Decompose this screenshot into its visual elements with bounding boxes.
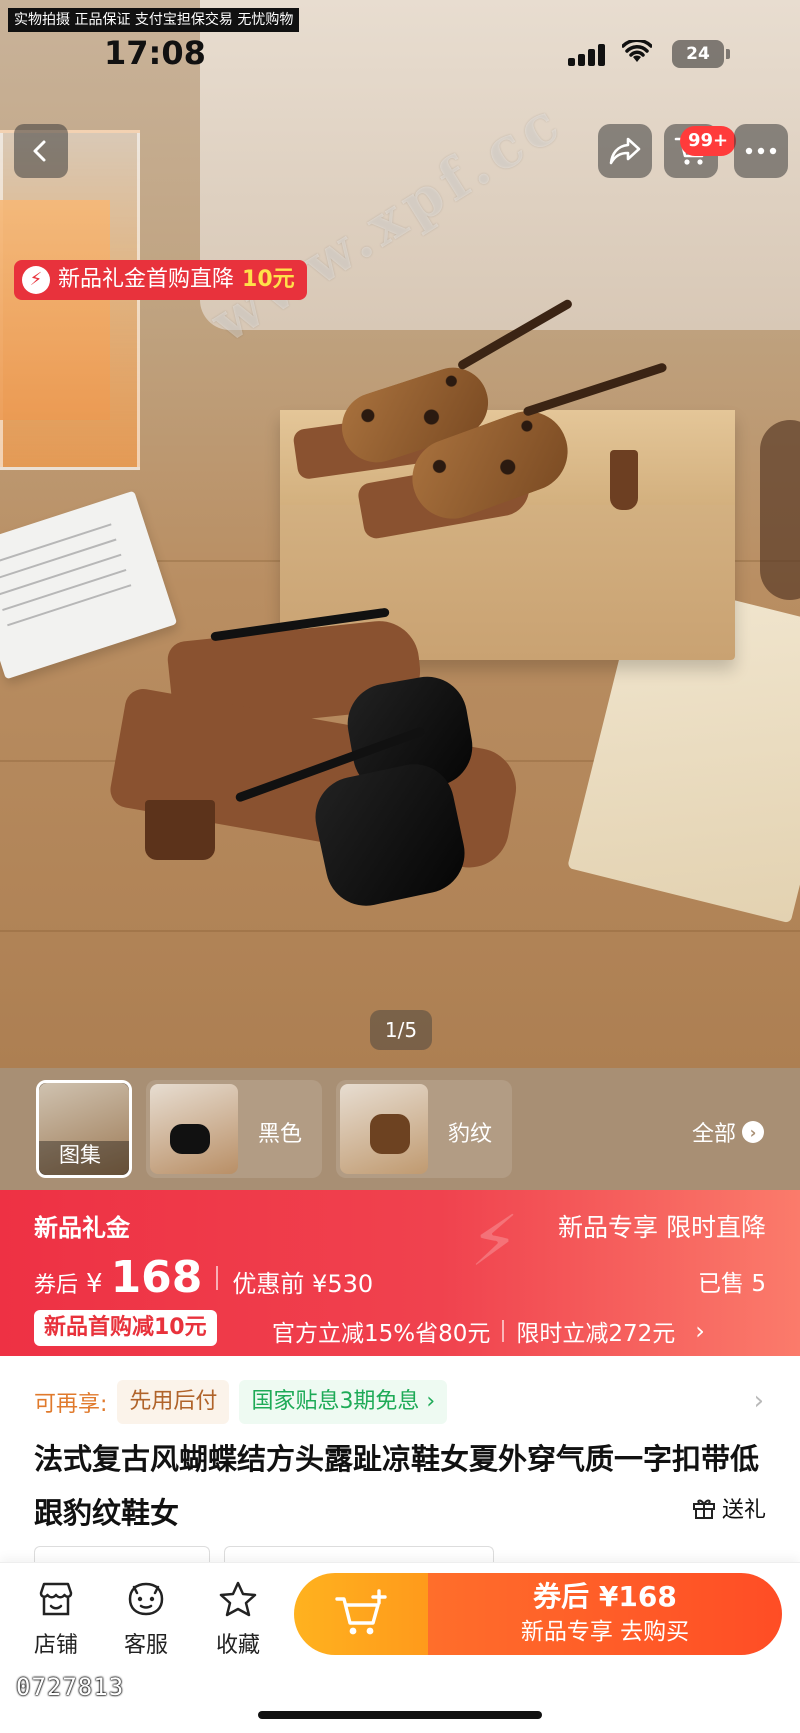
status-time: 17:08	[104, 34, 206, 72]
view-all-variants[interactable]: 全部 ›	[692, 1116, 765, 1148]
nav-favorite[interactable]: 收藏	[200, 1577, 276, 1659]
buy-now-price: 券后 ¥168	[533, 1580, 677, 1613]
home-indicator	[258, 1711, 542, 1719]
share-button[interactable]	[598, 124, 652, 178]
sandal-heel	[610, 450, 638, 510]
extra-benefits-label: 可再享:	[34, 1392, 108, 1417]
product-page: www.xpf.cc 实物拍摄 正品保证 支付宝担保交易 无忧购物 17:08 …	[0, 0, 800, 1733]
price-row: 券后 ¥ 168 优惠前 ¥530	[34, 1252, 373, 1303]
price-banner-label: 新品礼金	[34, 1214, 130, 1242]
divider	[216, 1265, 219, 1290]
signal-icon	[568, 44, 608, 66]
pay-later-chip[interactable]: 先用后付	[117, 1380, 230, 1424]
send-gift-label: 送礼	[721, 1498, 766, 1523]
nav-store-label: 店铺	[33, 1633, 78, 1658]
price-value: 168	[110, 1252, 203, 1303]
sandal-heel	[145, 800, 215, 860]
more-icon	[745, 147, 777, 155]
top-strip-text: 实物拍摄 正品保证 支付宝担保交易 无忧购物	[8, 8, 300, 32]
thumb-gallery[interactable]: 图集	[36, 1080, 132, 1178]
price-banner-right-label: 新品专享 限时直降	[558, 1213, 766, 1242]
image-code-watermark: 0727813	[16, 1673, 125, 1701]
chevron-right-icon[interactable]: ›	[754, 1386, 764, 1416]
nav-store[interactable]: 店铺	[18, 1577, 94, 1659]
thumb-color-black-label: 黑色	[257, 1122, 302, 1147]
battery-tip	[726, 49, 730, 59]
store-icon	[18, 1577, 94, 1621]
more-button[interactable]	[734, 124, 788, 178]
view-all-label: 全部	[692, 1122, 737, 1147]
ankle-strap	[522, 362, 668, 417]
thumb-color-black[interactable]: 黑色	[146, 1080, 322, 1178]
battery-icon: 24	[672, 40, 724, 68]
nav-customer-service-label: 客服	[123, 1633, 168, 1658]
original-price: 优惠前 ¥530	[232, 1270, 374, 1298]
lightning-icon: ⚡	[22, 266, 50, 294]
divider	[502, 1320, 505, 1342]
buy-now-button[interactable]: 券后 ¥168 新品专享 去购买	[428, 1573, 782, 1655]
extra-benefits-row[interactable]: 可再享: 先用后付 国家贴息3期免息 ›	[34, 1378, 448, 1426]
first-purchase-discount-pill: 新品首购减10元	[34, 1310, 217, 1346]
floor-line	[0, 930, 800, 932]
promo-tag-amount: 10元	[242, 267, 295, 292]
thumb-color-leopard-label: 豹纹	[447, 1122, 492, 1147]
installment-chip[interactable]: 国家贴息3期免息 ›	[239, 1380, 448, 1424]
chevron-left-icon	[33, 140, 46, 162]
photo-lamp-glow	[0, 200, 110, 420]
star-icon	[200, 1577, 276, 1621]
bottom-action-bar: 店铺 客服 收藏 券后 ¥168 新品专享 去购买	[0, 1562, 800, 1733]
currency-symbol: ¥	[86, 1269, 103, 1299]
thumb-gallery-label: 图集	[59, 1143, 101, 1167]
promo-tag-text: 新品礼金首购直降	[58, 267, 235, 292]
limited-discount: 限时立减272元	[516, 1321, 676, 1347]
image-counter: 1/5	[370, 1010, 432, 1050]
after-coupon-label: 券后	[34, 1273, 79, 1298]
nav-customer-service[interactable]: 客服	[108, 1577, 184, 1659]
back-button[interactable]	[14, 124, 68, 178]
nav-favorite-label: 收藏	[215, 1633, 260, 1658]
price-banner[interactable]: ⚡ 新品礼金 新品专享 限时直降 券后 ¥ 168 优惠前 ¥530 已售 5 …	[0, 1190, 800, 1356]
photo-book	[0, 490, 178, 680]
add-cart-icon	[335, 1589, 387, 1635]
sold-count: 已售 5	[698, 1271, 766, 1297]
official-discount: 官方立减15%省80元	[272, 1321, 491, 1347]
cart-count-badge: 99+	[680, 126, 737, 156]
promo-details[interactable]: 官方立减15%省80元 限时立减272元 ›	[272, 1314, 705, 1348]
product-title: 法式复古风蝴蝶结方头露趾凉鞋女夏外穿气质一字扣带低跟豹纹鞋女	[34, 1442, 760, 1530]
photo-basket	[760, 420, 800, 600]
gift-icon	[692, 1499, 715, 1519]
new-user-promo-tag[interactable]: ⚡ 新品礼金首购直降 10元	[14, 260, 307, 300]
lightning-decor-icon: ⚡	[470, 1200, 520, 1282]
add-to-cart-button[interactable]	[294, 1573, 428, 1655]
send-gift-button[interactable]: 送礼	[692, 1492, 766, 1524]
chevron-right-icon: ›	[695, 1317, 705, 1345]
thumb-color-leopard[interactable]: 豹纹	[336, 1080, 512, 1178]
wifi-icon	[621, 38, 653, 69]
share-icon	[609, 137, 641, 165]
variant-thumbnail-strip: 图集 黑色 豹纹 全部 ›	[0, 1068, 800, 1190]
buy-now-label: 新品专享 去购买	[520, 1619, 690, 1645]
buy-button-group: 券后 ¥168 新品专享 去购买	[294, 1573, 782, 1655]
customer-service-icon	[108, 1577, 184, 1621]
chevron-right-icon: ›	[742, 1121, 765, 1143]
